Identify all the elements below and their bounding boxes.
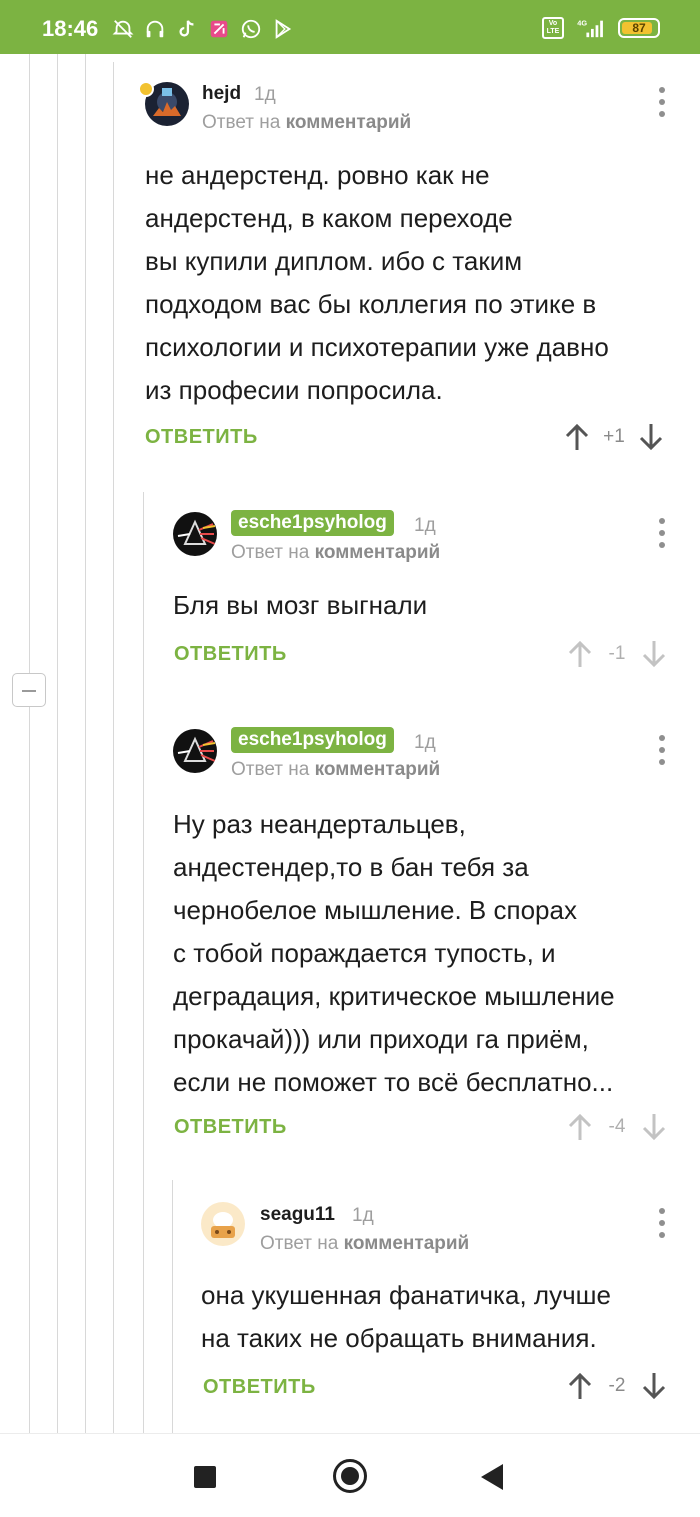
collapse-thread-button[interactable] <box>12 673 46 707</box>
play-store-icon <box>275 19 292 39</box>
thread-line <box>85 54 86 1433</box>
reply-button[interactable]: ОТВЕТИТЬ <box>203 1376 316 1399</box>
comment-text: Ну раз неандертальцев, андестендер,то в … <box>173 809 615 1097</box>
vote-controls: -1 <box>566 639 668 669</box>
upvote-icon[interactable] <box>563 422 591 452</box>
tiktok-icon <box>179 20 194 37</box>
comment-username[interactable]: hejd <box>202 83 241 105</box>
comment-age: 1д <box>254 84 276 105</box>
avatar[interactable] <box>173 512 217 556</box>
comment-text: не андерстенд. ровно как не андерстенд, … <box>145 160 609 405</box>
comment-score: -2 <box>608 1375 626 1396</box>
comment-age: 1д <box>414 732 436 753</box>
app-icon <box>210 20 228 38</box>
vote-controls: +1 <box>563 422 665 452</box>
comment-age: 1д <box>352 1205 374 1226</box>
comment-score: +1 <box>603 426 625 447</box>
upvote-icon[interactable] <box>566 1112 594 1142</box>
online-badge-icon <box>138 81 154 97</box>
network-type: 4G <box>577 18 587 27</box>
thread-line <box>29 54 30 1433</box>
status-bar: 18:46 Vo LTE 4G 87 <box>0 0 700 54</box>
reply-target: комментарий <box>314 759 441 780</box>
reply-to-link[interactable]: Ответ на комментарий <box>231 759 440 781</box>
battery-percent: 87 <box>632 21 646 35</box>
navigation-bar <box>0 1433 700 1517</box>
reply-prefix: Ответ на <box>260 1233 339 1254</box>
comment-text: Бля вы мозг выгнали <box>173 590 428 620</box>
upvote-icon[interactable] <box>566 639 594 669</box>
volte-icon: Vo LTE <box>542 17 564 39</box>
status-time: 18:46 <box>42 16 99 41</box>
back-button[interactable] <box>481 1464 503 1490</box>
comment-menu-button[interactable] <box>652 735 672 765</box>
reply-to-link[interactable]: Ответ на комментарий <box>260 1233 469 1255</box>
alarm-off-icon <box>112 20 134 38</box>
comment-username[interactable]: esche1psyholog <box>231 510 394 536</box>
recents-button[interactable] <box>194 1466 216 1488</box>
reply-button[interactable]: ОТВЕТИТЬ <box>174 643 287 666</box>
downvote-icon[interactable] <box>637 422 665 452</box>
reply-to-link[interactable]: Ответ на комментарий <box>202 112 411 134</box>
reply-prefix: Ответ на <box>231 759 310 780</box>
comment-score: -4 <box>608 1116 626 1137</box>
thread-line <box>57 54 58 1433</box>
thread-line <box>172 1180 173 1433</box>
reply-button[interactable]: ОТВЕТИТЬ <box>145 426 258 449</box>
thread-line <box>143 492 144 1433</box>
notification-icons <box>112 18 294 40</box>
comment-age: 1д <box>414 515 436 536</box>
thread-line <box>113 62 114 1433</box>
reply-button[interactable]: ОТВЕТИТЬ <box>174 1116 287 1139</box>
reply-target: комментарий <box>343 1233 470 1254</box>
upvote-icon[interactable] <box>566 1371 594 1401</box>
reply-target: комментарий <box>314 542 441 563</box>
vote-controls: -2 <box>566 1371 668 1401</box>
avatar[interactable] <box>201 1202 245 1246</box>
comment-score: -1 <box>608 643 626 664</box>
home-button[interactable] <box>333 1459 367 1493</box>
signal-icon: 4G <box>577 18 603 38</box>
comment-menu-button[interactable] <box>652 1208 672 1238</box>
downvote-icon[interactable] <box>640 1112 668 1142</box>
reply-to-link[interactable]: Ответ на комментарий <box>231 542 440 564</box>
comment-username[interactable]: seagu11 <box>260 1204 335 1226</box>
system-indicators: Vo LTE 4G 87 <box>542 17 660 39</box>
whatsapp-icon <box>241 19 261 39</box>
downvote-icon[interactable] <box>640 1371 668 1401</box>
downvote-icon[interactable] <box>640 639 668 669</box>
battery-icon: 87 <box>618 18 660 38</box>
reply-target: комментарий <box>285 112 412 133</box>
avatar[interactable] <box>173 729 217 773</box>
comment-text: она укушенная фанатичка, лучше на таких … <box>201 1280 611 1353</box>
headphones-icon <box>146 20 164 38</box>
comment-menu-button[interactable] <box>652 87 672 117</box>
comment-username[interactable]: esche1psyholog <box>231 727 394 753</box>
comment-menu-button[interactable] <box>652 518 672 548</box>
reply-prefix: Ответ на <box>231 542 310 563</box>
vote-controls: -4 <box>566 1112 668 1142</box>
reply-prefix: Ответ на <box>202 112 281 133</box>
